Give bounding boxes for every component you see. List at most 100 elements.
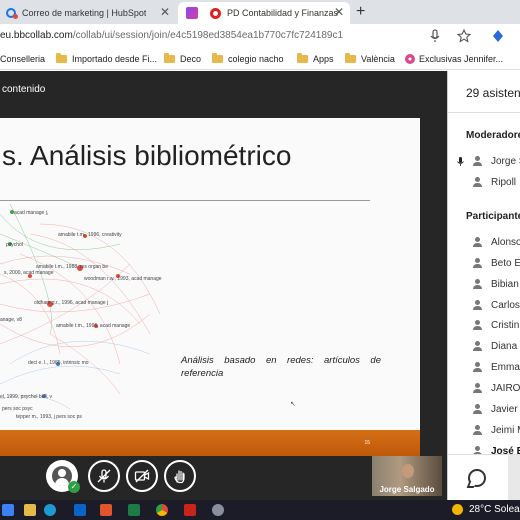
slide-title: s. Análisis bibliométrico (2, 140, 292, 171)
user-icon (472, 362, 482, 373)
screen: Correo de marketing | HubSpot ✕ PD Conta… (0, 0, 520, 520)
bookmark-importado[interactable]: Importado desde Fi... (56, 53, 157, 64)
panel-footer (448, 454, 520, 500)
start-windows-icon[interactable] (2, 504, 14, 516)
record-icon (210, 7, 221, 19)
panel-side-tab[interactable] (508, 455, 520, 500)
folder-icon (212, 53, 223, 63)
user-icon (472, 258, 482, 269)
participant-row[interactable]: Cristin (448, 317, 520, 335)
sun-icon (452, 504, 463, 515)
participant-row[interactable]: Diana (448, 338, 520, 356)
network-label: el, 1999, psychol bull, v (0, 394, 52, 400)
participant-row[interactable]: Emma (448, 359, 520, 377)
participant-row[interactable]: Jeimi M (448, 422, 520, 440)
participant-name: Beto E (491, 258, 520, 269)
bookmark-deco[interactable]: Deco (164, 53, 202, 64)
participant-row[interactable]: Beto E (448, 255, 520, 273)
bookmark-colegio-nacho[interactable]: colegio nacho (212, 53, 284, 64)
weather-widget[interactable]: 28°C Solea (452, 504, 520, 515)
bookmark-label: Apps (313, 54, 334, 64)
folder-icon (297, 53, 308, 63)
bookmarks-bar: Conselleria Importado desde Fi... Deco c… (0, 50, 520, 70)
microphone-off-icon (97, 469, 111, 483)
network-label: acad manage j, (14, 210, 49, 216)
url-text[interactable]: eu.bbcollab.com/collab/ui/session/join/e… (0, 30, 343, 41)
hubspot-icon (6, 8, 18, 19)
tab-pd-contabilidad[interactable]: PD Contabilidad y Finanzas ✕ (178, 2, 350, 24)
slide-page-number: 15 (364, 440, 370, 446)
presenter-video-figure (402, 464, 414, 478)
participant-row[interactable]: Carlos (448, 297, 520, 315)
speaking-microphone-icon (457, 157, 464, 166)
participant-row[interactable]: Bibian (448, 276, 520, 294)
participant-name: Bibian (491, 279, 519, 290)
slide-analysis-text: Análisis basado en redes: artículos de r… (181, 355, 381, 379)
flower-icon (405, 54, 415, 64)
user-icon (472, 341, 482, 352)
user-icon (472, 383, 482, 394)
app-icon[interactable] (212, 504, 224, 516)
chat-icon[interactable] (468, 469, 486, 487)
bookmark-label: Deco (180, 54, 202, 64)
participant-name: Jeimi M (491, 425, 520, 436)
office-icon[interactable] (100, 504, 112, 516)
extension-diamond-icon[interactable] (492, 29, 504, 43)
tab-hubspot[interactable]: Correo de marketing | HubSpot ✕ (0, 2, 176, 24)
moderator-name: Ripoll (491, 177, 517, 188)
moderator-row[interactable]: Jorge S (448, 153, 520, 171)
extension-icon (186, 7, 198, 19)
participant-row[interactable]: JAIRO (448, 380, 520, 398)
bookmark-conselleria[interactable]: Conselleria (0, 54, 45, 64)
bookmark-apps[interactable]: Apps (297, 53, 334, 64)
shared-slide: s. Análisis bibliométrico acad manage j,… (0, 118, 420, 456)
bookmark-valencia[interactable]: València (345, 53, 395, 64)
raise-hand-button[interactable] (164, 460, 196, 492)
participant-name: Diana (491, 341, 518, 352)
acrobat-icon[interactable] (184, 504, 196, 516)
mouse-pointer-icon: ↖ (290, 401, 296, 408)
mute-microphone-button[interactable] (88, 460, 120, 492)
user-icon (472, 300, 482, 311)
edge-icon[interactable] (44, 504, 56, 516)
chrome-icon[interactable] (156, 504, 168, 516)
attendees-panel: 29 asisten Moderadores Jorge S Ripoll Pa… (447, 71, 520, 500)
bookmark-label: colegio nacho (228, 54, 284, 64)
raise-hand-icon (174, 470, 185, 484)
user-icon (472, 404, 482, 415)
network-label: s, 2000, acad manage (4, 270, 54, 276)
url-path: /collab/ui/session/join/e4c5198ed3854ea1… (72, 30, 344, 41)
camera-off-icon (134, 469, 150, 483)
presenter-video-tile[interactable]: Jorge Salgado (372, 456, 442, 496)
slide-divider (0, 200, 370, 201)
excel-icon[interactable] (128, 504, 140, 516)
file-explorer-icon[interactable] (24, 504, 36, 516)
close-tab-icon[interactable]: ✕ (160, 5, 170, 19)
network-label: tepper m., 1993, j pers soc ps (16, 414, 82, 420)
camera-toggle-button[interactable] (126, 460, 158, 492)
participant-name: Javier (491, 404, 518, 415)
participant-name: JAIRO (491, 383, 520, 394)
network-label: psychol (6, 242, 23, 248)
user-icon (472, 156, 482, 167)
user-icon (472, 320, 482, 331)
moderator-row[interactable]: Ripoll (448, 174, 520, 192)
outlook-icon[interactable] (74, 504, 86, 516)
favorite-star-icon[interactable] (457, 29, 471, 43)
moderators-section-title: Moderadores (466, 130, 520, 141)
network-label: anage, v8 (0, 317, 22, 323)
close-tab-icon[interactable]: ✕ (334, 5, 344, 19)
microphone-icon[interactable] (430, 29, 440, 43)
participant-row[interactable]: Alonso (448, 234, 520, 252)
user-icon (472, 177, 482, 188)
new-tab-button[interactable]: + (356, 3, 365, 21)
address-bar[interactable]: eu.bbcollab.com/collab/ui/session/join/e… (0, 24, 520, 50)
participant-name: Alonso (491, 237, 520, 248)
folder-icon (345, 53, 356, 63)
participant-row[interactable]: Javier (448, 401, 520, 419)
os-taskbar: 28°C Solea (0, 500, 520, 520)
bookmark-exclusivas[interactable]: Exclusivas Jennifer... (405, 54, 503, 64)
participant-name: Carlos (491, 300, 520, 311)
tab-title: PD Contabilidad y Finanzas (227, 8, 339, 18)
slide-footer-bar: 15 (0, 430, 420, 456)
